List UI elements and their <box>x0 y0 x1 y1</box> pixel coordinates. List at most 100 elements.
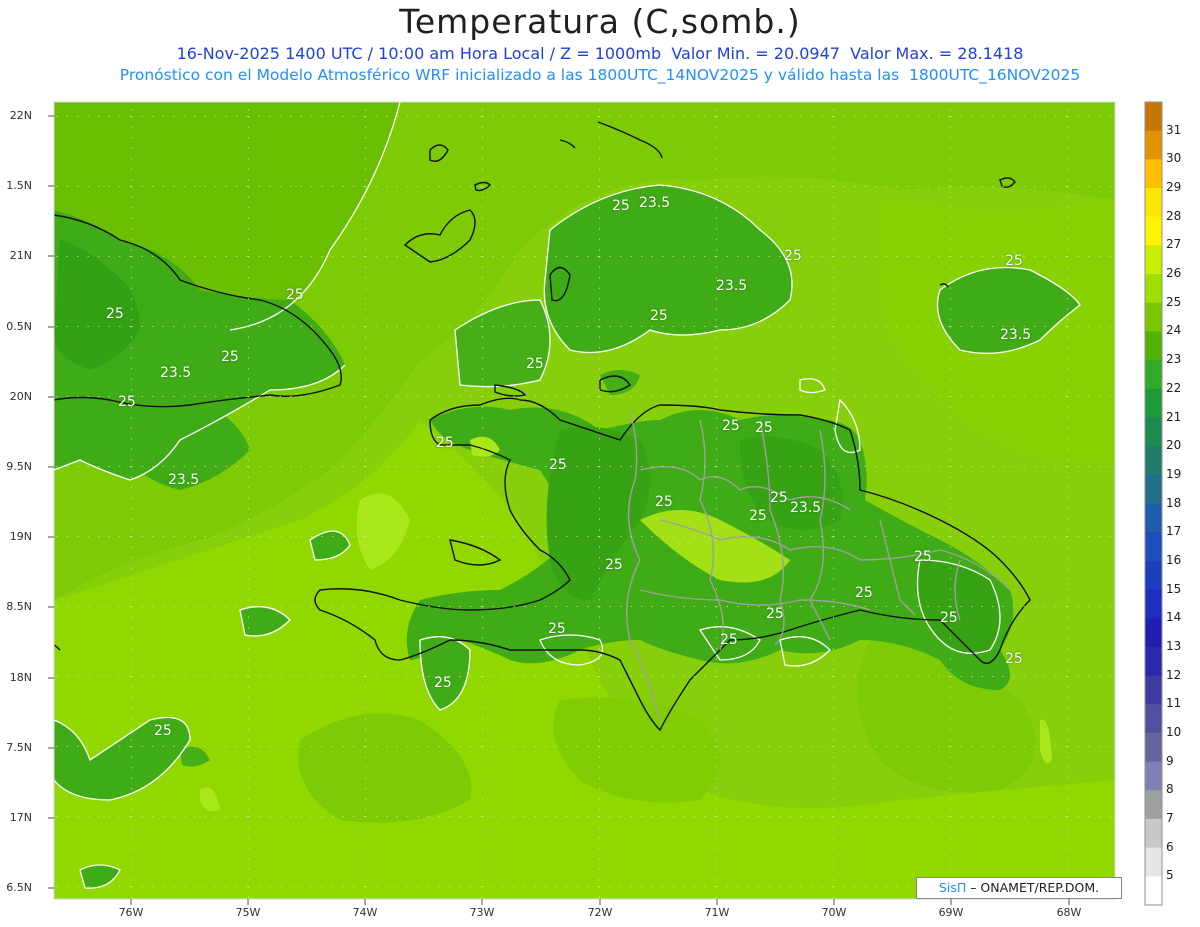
colorbar-swatch <box>1145 188 1162 218</box>
contour-label: 23.5 <box>160 365 192 381</box>
colorbar-label: 6 <box>1166 839 1174 854</box>
colorbar-label: 18 <box>1166 495 1182 510</box>
contour-label: 23.5 <box>716 278 748 294</box>
lat-label: 19N <box>9 530 32 543</box>
colorbar-swatch <box>1145 216 1162 246</box>
credit-text: – ONAMET/REP.DOM. <box>966 880 1100 895</box>
contour-label: 25 <box>1005 651 1023 667</box>
colorbar-swatch <box>1145 646 1162 677</box>
lat-label: 6.5N <box>6 881 32 894</box>
lat-label: 9.5N <box>6 460 32 473</box>
lat-label: 0.5N <box>6 320 32 333</box>
contour-label: 25 <box>548 621 566 637</box>
lat-label: 7.5N <box>6 741 32 754</box>
contour-label: 25 <box>784 248 802 264</box>
lat-label: 21N <box>9 249 32 262</box>
lat-label: 1.5N <box>6 179 32 192</box>
lat-label: 18N <box>9 671 32 684</box>
contour-label: 25 <box>549 457 567 473</box>
colorbar-swatch <box>1145 675 1162 705</box>
colorbar-swatch <box>1145 761 1162 791</box>
colorbar-label: 30 <box>1166 151 1182 166</box>
contour-label: 25 <box>154 723 172 739</box>
colorbar-label: 20 <box>1166 438 1182 453</box>
lon-label: 73W <box>469 906 495 919</box>
colorbar-swatch <box>1145 503 1162 533</box>
colorbar-swatch <box>1145 302 1162 332</box>
colorbar-label: 28 <box>1166 208 1182 223</box>
contour-label: 25 <box>766 606 784 622</box>
contour-label: 25 <box>722 418 740 434</box>
contour-label: 23.5 <box>639 195 671 211</box>
colorbar-label: 8 <box>1166 782 1174 797</box>
colorbar-swatch <box>1145 732 1162 763</box>
colorbar-label: 26 <box>1166 266 1182 281</box>
colorbar-label: 5 <box>1166 868 1174 883</box>
colorbar-swatch <box>1145 274 1162 304</box>
colorbar-label: 19 <box>1166 466 1182 481</box>
colorbar-label: 12 <box>1166 667 1182 682</box>
contour-label: 23.5 <box>790 500 822 516</box>
contour-label: 25 <box>436 435 454 451</box>
colorbar-swatch <box>1145 331 1162 361</box>
colorbar-swatch <box>1145 417 1162 447</box>
lon-label: 69W <box>938 906 964 919</box>
lon-label: 72W <box>587 906 613 919</box>
colorbar-label: 10 <box>1166 724 1182 739</box>
contour-label: 25 <box>526 356 544 372</box>
colorbar-swatch <box>1145 102 1162 132</box>
colorbar-swatch <box>1145 159 1162 189</box>
colorbar-swatch <box>1145 560 1162 591</box>
colorbar-label: 25 <box>1166 294 1182 309</box>
credit-brand: SisΠ <box>938 880 967 895</box>
lon-label: 70W <box>821 906 847 919</box>
colorbar-label: 22 <box>1166 380 1182 395</box>
contour-label: 23.5 <box>1000 327 1032 343</box>
lon-label: 74W <box>352 906 378 919</box>
colorbar-label: 21 <box>1166 409 1182 424</box>
lat-label: 22N <box>9 109 32 122</box>
colorbar-swatch <box>1145 360 1162 390</box>
contour-label: 25 <box>720 632 738 648</box>
contour-label: 25 <box>650 308 668 324</box>
colorbar-label: 7 <box>1166 811 1174 825</box>
lon-label: 71W <box>704 906 730 919</box>
contour-label: 25 <box>755 420 773 436</box>
lon-label: 76W <box>118 906 144 919</box>
credit-box: SisΠ – ONAMET/REP.DOM. <box>916 877 1122 899</box>
colorbar-label: 29 <box>1166 180 1182 194</box>
colorbar-swatch <box>1145 245 1162 275</box>
colorbar-swatch <box>1145 388 1162 418</box>
contour-label: 23.5 <box>168 472 200 488</box>
colorbar-swatch <box>1145 589 1162 619</box>
contour-label: 25 <box>118 394 136 410</box>
colorbar-label: 23 <box>1166 352 1182 367</box>
colorbar-swatch <box>1145 704 1162 734</box>
colorbar-swatch <box>1145 130 1162 160</box>
contour-label: 25 <box>655 494 673 510</box>
contour-label: 25 <box>770 490 788 506</box>
colorbar-label: 9 <box>1166 753 1174 768</box>
colorbar-label: 11 <box>1166 696 1182 711</box>
lat-label: 20N <box>9 390 32 403</box>
colorbar-label: 16 <box>1166 552 1182 567</box>
lat-label: 17N <box>9 811 32 824</box>
colorbar-label: 15 <box>1166 581 1182 596</box>
colorbar-label: 14 <box>1166 610 1182 625</box>
colorbar-swatch <box>1145 474 1162 504</box>
colorbar-label: 24 <box>1166 323 1182 338</box>
lon-label: 68W <box>1056 906 1082 919</box>
contour-label: 25 <box>106 306 124 322</box>
contour-label: 25 <box>605 557 623 573</box>
colorbar-swatch <box>1145 532 1162 562</box>
lat-label: 8.5N <box>6 600 32 613</box>
colorbar-swatch <box>1145 818 1162 849</box>
contour-label: 25 <box>914 549 932 565</box>
contour-label: 25 <box>940 610 958 626</box>
colorbar-swatch <box>1145 876 1162 906</box>
contour-label: 25 <box>749 508 767 524</box>
contour-label: 25 <box>1005 253 1023 269</box>
colorbar <box>1144 101 1163 906</box>
colorbar-label: 27 <box>1166 237 1182 252</box>
contour-label: 25 <box>221 349 239 365</box>
